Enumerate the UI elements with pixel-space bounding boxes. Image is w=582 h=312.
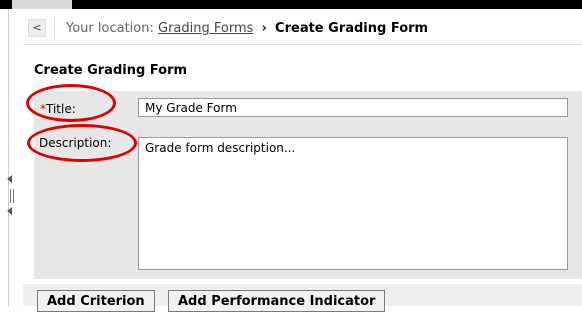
collapse-arrow-icon [7, 175, 12, 183]
page-title: Create Grading Form [34, 63, 188, 78]
top-bar-segment [12, 0, 72, 9]
breadcrumb-prefix: Your location: [66, 21, 154, 36]
back-button[interactable]: < [28, 19, 46, 37]
breadcrumb-current: Create Grading Form [275, 21, 429, 36]
breadcrumb-location: Your location: Grading Forms › Create Gr… [66, 21, 428, 36]
action-bar: Add Criterion Add Performance Indicator [23, 284, 582, 312]
collapse-arrow-icon [7, 207, 12, 215]
add-performance-indicator-button[interactable]: Add Performance Indicator [168, 290, 386, 312]
left-divider [8, 9, 9, 306]
add-criterion-button[interactable]: Add Criterion [37, 290, 155, 312]
grip-icon [10, 189, 11, 203]
grip-icon [13, 189, 14, 203]
sidebar-resize-handle[interactable] [1, 171, 15, 231]
breadcrumb: < Your location: Grading Forms › Create … [23, 16, 582, 45]
description-textarea[interactable]: Grade form description... [138, 137, 568, 270]
left-panel-edge [0, 9, 14, 306]
breadcrumb-divider [54, 18, 55, 38]
form-panel: *Title: Description: Grade form descript… [34, 91, 582, 279]
breadcrumb-separator-icon: › [261, 21, 267, 36]
annotation-circle-description [27, 124, 137, 162]
window-top-bar [0, 0, 582, 9]
annotation-circle-title [26, 84, 116, 122]
breadcrumb-link-grading-forms[interactable]: Grading Forms [158, 21, 253, 36]
title-input[interactable] [138, 98, 568, 117]
